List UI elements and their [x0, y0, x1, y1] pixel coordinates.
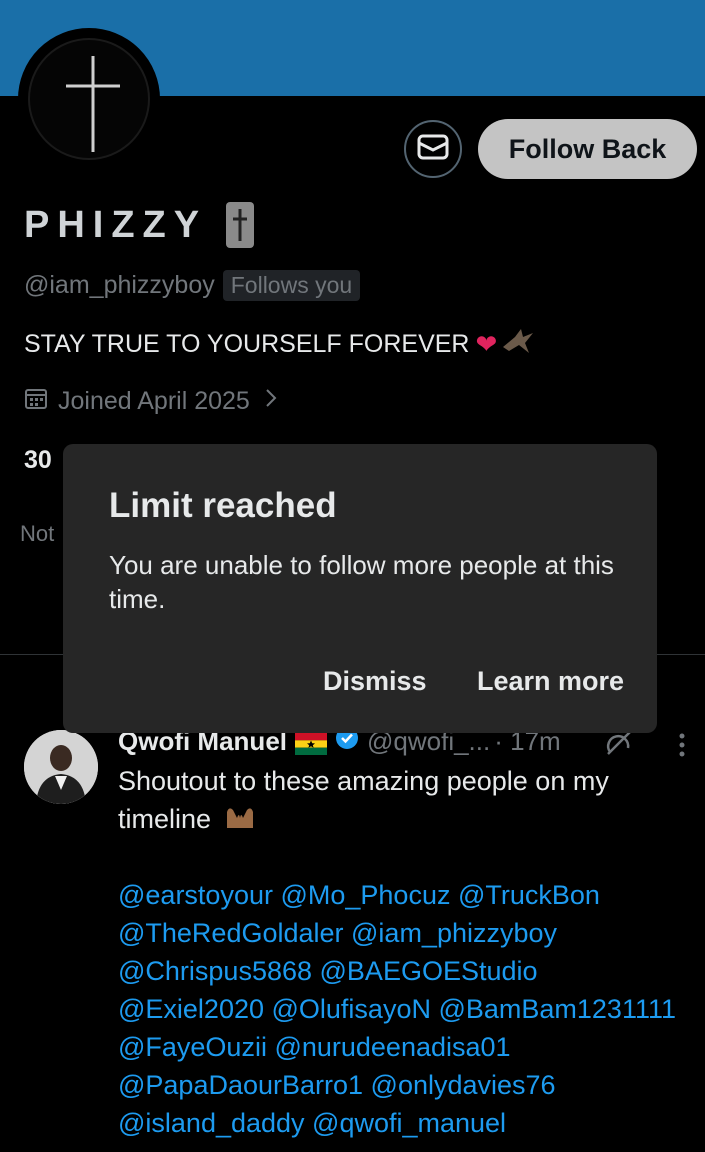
learn-more-button[interactable]: Learn more: [477, 666, 624, 697]
profile-handle: @iam_phizzyboy: [24, 271, 215, 299]
mention-line[interactable]: @Exiel2020 @OlufisayoN @BamBam1231111: [118, 990, 698, 1028]
tweet-text: Shoutout to these amazing people on my t…: [118, 762, 688, 840]
mention-line[interactable]: @FayeOuzii @nurudeenadisa01: [118, 1028, 698, 1066]
notice-text: Not: [20, 521, 55, 546]
handle-row: @iam_phizzyboy Follows you: [24, 270, 361, 301]
message-button[interactable]: [404, 120, 462, 178]
mention-line[interactable]: @island_daddy @qwofi_manuel: [118, 1104, 698, 1142]
grok-icon[interactable]: [604, 728, 634, 763]
tweet-author-avatar[interactable]: [24, 730, 98, 804]
dialog-title: Limit reached: [109, 486, 337, 525]
dialog-body: You are unable to follow more people at …: [109, 550, 614, 614]
follow-back-button[interactable]: Follow Back: [478, 119, 697, 179]
mention-line[interactable]: @Chrispus5868 @BAEGOEStudio: [118, 952, 698, 990]
ghana-flag-icon: [295, 731, 327, 755]
eagle-icon: [501, 327, 535, 362]
chevron-right-icon: [264, 387, 278, 416]
tweet-text-body: Shoutout to these amazing people on my t…: [118, 766, 609, 834]
mention-line[interactable]: @earstoyour @Mo_Phocuz @TruckBon: [118, 876, 698, 914]
profile-avatar[interactable]: [18, 28, 160, 170]
profile-display-name: PHIZZY: [24, 204, 208, 246]
profile-bio: STAY TRUE TO YOURSELF FOREVER ❤: [24, 327, 535, 362]
limit-reached-dialog: Limit reached You are unable to follow m…: [63, 444, 657, 733]
bio-text: STAY TRUE TO YOURSELF FOREVER: [24, 330, 470, 358]
heart-icon: ❤: [475, 329, 498, 359]
cross-icon: [28, 38, 150, 160]
tweet-mentions: @earstoyour @Mo_Phocuz @TruckBon @TheRed…: [118, 876, 698, 1142]
envelope-icon: [417, 134, 449, 165]
mention-line[interactable]: @TheRedGoldaler @iam_phizzyboy: [118, 914, 698, 952]
joined-date-row[interactable]: Joined April 2025: [24, 386, 278, 417]
raised-hands-icon: [223, 802, 257, 840]
dismiss-button[interactable]: Dismiss: [323, 666, 427, 697]
joined-date: Joined April 2025: [58, 387, 250, 415]
follows-you-badge: Follows you: [222, 270, 361, 301]
calendar-icon: [24, 386, 48, 417]
mention-line[interactable]: @PapaDaourBarro1 @onlydavies76: [118, 1066, 698, 1104]
following-count[interactable]: 30: [24, 446, 52, 475]
cross-emoji-icon: [226, 202, 254, 248]
more-vertical-icon[interactable]: [670, 730, 694, 765]
